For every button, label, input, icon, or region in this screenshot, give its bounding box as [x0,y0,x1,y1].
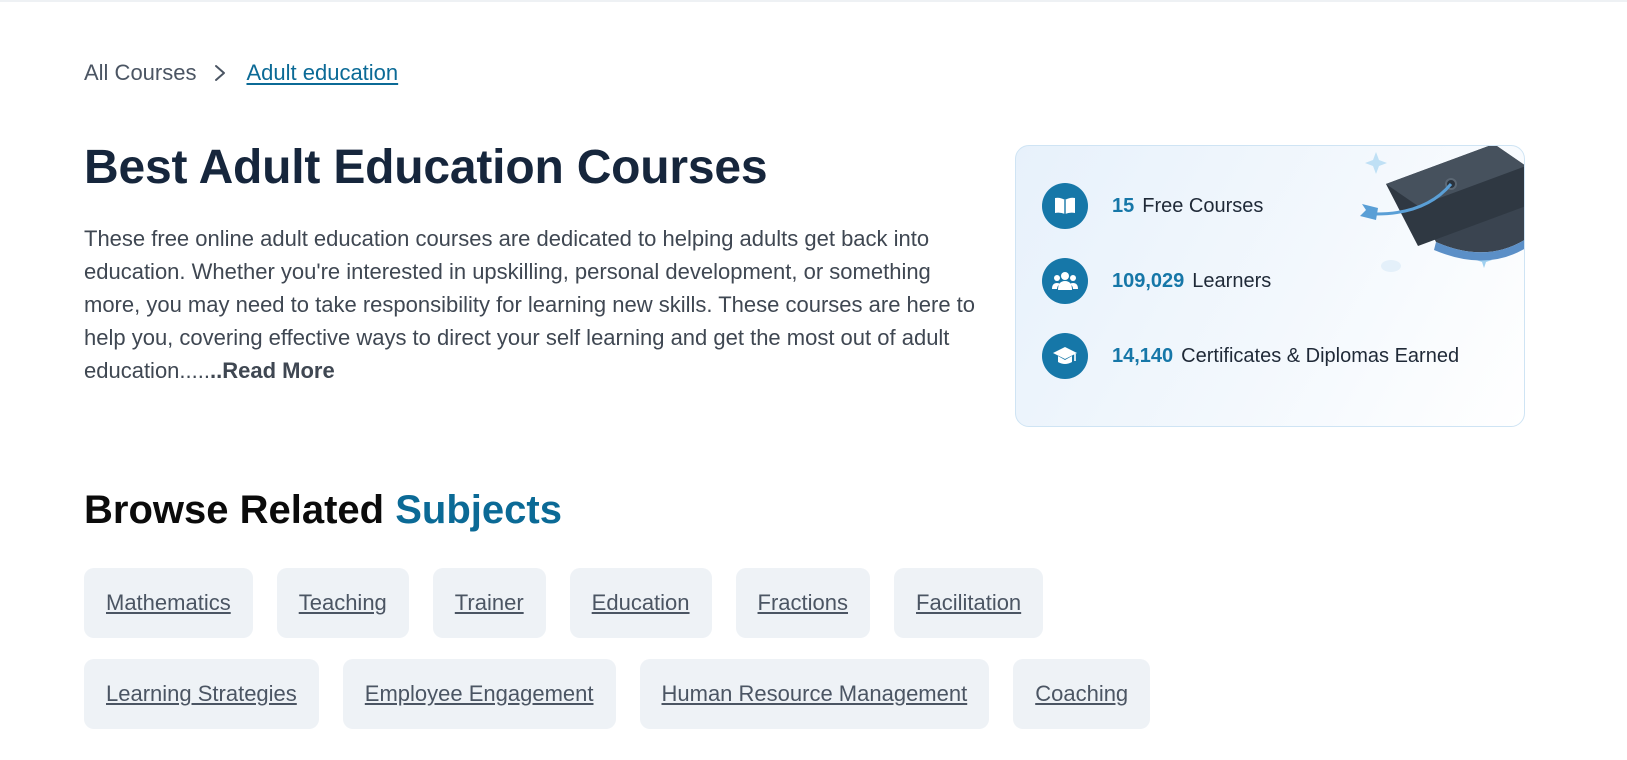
subject-chips-row-2: Learning Strategies Employee Engagement … [84,659,1151,729]
subject-chip-teaching[interactable]: Teaching [276,568,409,638]
graduation-cap-icon [1042,333,1088,379]
learners-count: 109,029 [1112,269,1185,292]
certificates-count: 14,140 [1112,344,1174,367]
subject-chip-facilitation[interactable]: Facilitation [894,568,1044,638]
stat-certificates: 14,140 Certificates & Diplomas Earned [1042,333,1459,379]
stat-free-courses: 15 Free Courses [1042,183,1263,229]
course-stats-card: 15 Free Courses 109,029 Learners 14,140 [1015,145,1525,427]
certificates-label: Certificates & Diplomas Earned [1181,344,1460,367]
subject-chip-education[interactable]: Education [569,568,712,638]
page-title: Best Adult Education Courses [84,141,768,194]
subject-chips-row-1: Mathematics Teaching Trainer Education F… [84,568,1044,638]
subject-chip-human-resource-management[interactable]: Human Resource Management [639,659,990,729]
subject-chip-learning-strategies[interactable]: Learning Strategies [84,659,319,729]
subject-chip-trainer[interactable]: Trainer [432,568,546,638]
subject-chip-coaching[interactable]: Coaching [1013,659,1151,729]
heading-prefix: Browse Related [84,488,385,532]
people-group-icon [1042,258,1088,304]
read-more-link[interactable]: ..Read More [210,358,335,383]
related-subjects-heading: Browse Related Subjects [84,488,562,533]
free-courses-count: 15 [1112,194,1135,217]
subject-chip-employee-engagement[interactable]: Employee Engagement [342,659,616,729]
learners-label: Learners [1192,269,1272,292]
open-book-icon [1042,183,1088,229]
breadcrumb-current-link[interactable]: Adult education [246,60,398,86]
heading-accent: Subjects [395,488,562,532]
page-description: These free online adult education course… [84,222,984,387]
subject-chip-fractions[interactable]: Fractions [735,568,871,638]
graduation-cap-illustration-icon [1360,146,1524,272]
free-courses-label: Free Courses [1142,194,1264,217]
subject-chip-mathematics[interactable]: Mathematics [84,568,253,638]
breadcrumb-all-courses-link[interactable]: All Courses [84,60,196,86]
chevron-right-icon [215,65,226,81]
breadcrumb: All Courses Adult education [84,60,398,86]
stat-learners: 109,029 Learners [1042,258,1271,304]
top-divider [0,0,1627,2]
